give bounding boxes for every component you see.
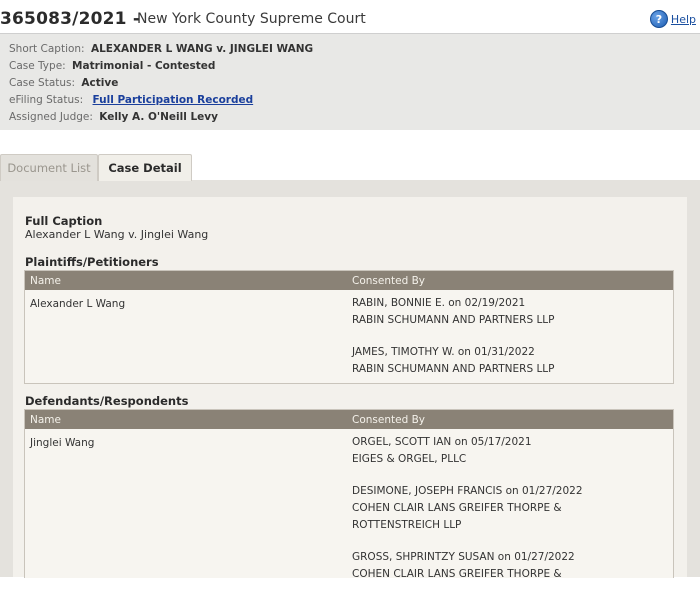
assigned-judge-label: Assigned Judge: — [9, 111, 93, 123]
case-number: 365083/2021 - — [0, 9, 141, 29]
consent-firm: COHEN CLAIR LANS GREIFER THORPE & — [352, 502, 562, 514]
column-header-consented-by: Consented By — [352, 414, 425, 426]
consent-entry: JAMES, TIMOTHY W. on 01/31/2022 RABIN SC… — [352, 344, 554, 378]
column-header-name: Name — [30, 275, 61, 287]
plaintiffs-heading: Plaintiffs/Petitioners — [25, 255, 159, 269]
help-button[interactable]: ? Help — [649, 10, 696, 28]
assigned-judge-row: Assigned Judge: Kelly A. O'Neill Levy — [9, 111, 218, 123]
defendants-heading: Defendants/Respondents — [25, 394, 189, 408]
consent-entry: GROSS, SHPRINTZY SUSAN on 01/27/2022 COH… — [352, 549, 583, 583]
consent-entry: RABIN, BONNIE E. on 02/19/2021 RABIN SCH… — [352, 295, 554, 329]
defendant-name: Jinglei Wang — [30, 437, 95, 449]
case-summary: Short Caption: ALEXANDER L WANG v. JINGL… — [0, 33, 700, 131]
plaintiff-consents: RABIN, BONNIE E. on 02/19/2021 RABIN SCH… — [352, 295, 554, 393]
consent-attorney: DESIMONE, JOSEPH FRANCIS on 01/27/2022 — [352, 485, 583, 497]
court-name: New York County Supreme Court — [137, 11, 366, 27]
column-header-consented-by: Consented By — [352, 275, 425, 287]
plaintiff-name: Alexander L Wang — [30, 298, 126, 310]
consent-firm-continued: ROTTENSTREICH LLP — [352, 519, 462, 531]
assigned-judge-value: Kelly A. O'Neill Levy — [99, 111, 218, 123]
defendant-consents: ORGEL, SCOTT IAN on 05/17/2021 EIGES & O… — [352, 434, 583, 598]
help-icon[interactable]: ? — [649, 10, 668, 28]
efiling-status-row: eFiling Status: Full Participation Recor… — [9, 94, 253, 106]
full-caption-heading: Full Caption — [25, 214, 103, 228]
efiling-status-link[interactable]: Full Participation Recorded — [93, 94, 254, 106]
efiling-status-label: eFiling Status: — [9, 94, 84, 106]
short-caption-label: Short Caption: — [9, 43, 85, 55]
consent-attorney: ORGEL, SCOTT IAN on 05/17/2021 — [352, 436, 532, 448]
case-status-value: Active — [81, 77, 119, 89]
consent-firm: EIGES & ORGEL, PLLC — [352, 453, 467, 465]
consent-attorney: JAMES, TIMOTHY W. on 01/31/2022 — [352, 346, 535, 358]
help-link[interactable]: Help — [671, 13, 696, 26]
consent-firm: RABIN SCHUMANN AND PARTNERS LLP — [352, 314, 555, 326]
full-caption-text: Alexander L Wang v. Jinglei Wang — [25, 228, 209, 241]
case-type-label: Case Type: — [9, 60, 66, 72]
plaintiffs-table-header: Name Consented By — [25, 271, 673, 290]
column-header-name: Name — [30, 414, 61, 426]
case-status-row: Case Status: Active — [9, 77, 118, 89]
short-caption-row: Short Caption: ALEXANDER L WANG v. JINGL… — [9, 43, 313, 55]
case-status-label: Case Status: — [9, 77, 76, 89]
defendants-table: Name Consented By Jinglei Wang ORGEL, SC… — [24, 409, 674, 580]
title-bar: 365083/2021 - New York County Supreme Co… — [0, 0, 700, 32]
case-type-row: Case Type: Matrimonial - Contested — [9, 60, 215, 72]
consent-entry: ORGEL, SCOTT IAN on 05/17/2021 EIGES & O… — [352, 434, 583, 468]
tab-document-list[interactable]: Document List — [0, 154, 98, 181]
consent-firm: RABIN SCHUMANN AND PARTNERS LLP — [352, 363, 555, 375]
consent-entry: DESIMONE, JOSEPH FRANCIS on 01/27/2022 C… — [352, 483, 583, 534]
consent-attorney: RABIN, BONNIE E. on 02/19/2021 — [352, 297, 526, 309]
consent-firm: COHEN CLAIR LANS GREIFER THORPE & — [352, 568, 562, 580]
short-caption-value: ALEXANDER L WANG v. JINGLEI WANG — [90, 43, 314, 55]
consent-attorney: GROSS, SHPRINTZY SUSAN on 01/27/2022 — [352, 551, 575, 563]
defendants-table-header: Name Consented By — [25, 410, 673, 429]
plaintiffs-table: Name Consented By Alexander L Wang RABIN… — [24, 270, 674, 384]
tab-case-detail[interactable]: Case Detail — [98, 154, 192, 181]
case-type-value: Matrimonial - Contested — [72, 60, 216, 72]
